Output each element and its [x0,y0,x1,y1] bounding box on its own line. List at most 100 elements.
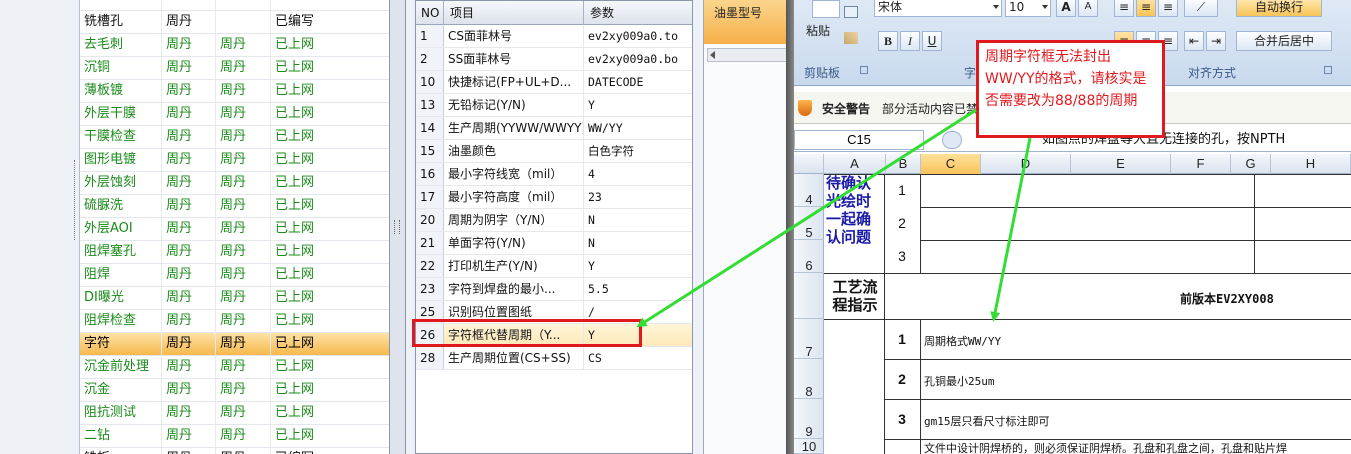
parameter-row[interactable]: 1 CS面菲林号 ev2xy009a0.to [416,25,692,48]
dialog-launcher-icon[interactable] [1324,66,1332,74]
grow-font-button[interactable]: A [1056,0,1076,17]
parameter-row[interactable]: 15 油墨颜色 白色字符 [416,140,692,163]
horizontal-scrollbar[interactable] [707,48,787,62]
worksheet-cells[interactable]: 待确认光绘时一起确认问题 1 2 3 工艺流程指示 前版本EV2XY008 1 周期格式WW/… [824,174,1351,454]
orientation-button[interactable]: ⟋ [1184,0,1218,17]
process-row[interactable]: 阻抗测试 周丹 周丹 已上网 [80,402,389,425]
param-value[interactable]: Y [584,255,692,277]
parameter-row[interactable]: 14 生产周期(YYWW/WWYY) WW/YY [416,117,692,140]
process-row[interactable]: 沉金 周丹 周丹 已上网 [80,379,389,402]
bold-button[interactable]: B [878,31,898,51]
row-header-spacer[interactable] [794,273,824,319]
process-row[interactable]: DI曝光 周丹 周丹 已上网 [80,287,389,310]
parameter-row[interactable]: 10 快捷标记(FP+UL+D... DATECODE [416,71,692,94]
process-row[interactable]: 硫脲洗 周丹 周丹 已上网 [80,195,389,218]
header-value[interactable]: 参数 [584,1,692,25]
function-icon[interactable] [942,131,962,149]
row-header-8[interactable]: 8 [794,359,824,399]
param-value[interactable]: 23 [584,186,692,208]
header-no[interactable]: NO [416,1,444,25]
row-header-4[interactable]: 4 [794,174,824,207]
process-row[interactable]: 阻焊检查 周丹 周丹 已上网 [80,310,389,333]
parameter-row[interactable]: 22 打印机生产(Y/N) Y [416,255,692,278]
header-item[interactable]: 项目 [444,1,584,25]
dialog-launcher-icon[interactable] [860,66,868,74]
align-top-button[interactable]: ≡ [1114,0,1134,17]
process-row[interactable]: 铣槽孔 周丹 已编写 [80,11,389,34]
param-value[interactable]: 白色字符 [584,140,692,162]
font-name-select[interactable]: 宋体 [874,0,1002,17]
column-header-d[interactable]: D [981,154,1071,174]
column-header-b[interactable]: B [886,154,921,174]
process-row[interactable]: 图形电镀 周丹 周丹 已上网 [80,149,389,172]
row-header-9[interactable]: 9 [794,399,824,439]
column-header-g[interactable]: G [1231,154,1271,174]
param-value[interactable]: 4 [584,163,692,185]
panel-resize-handle[interactable] [74,160,78,240]
process-row[interactable]: 去毛刺 周丹 周丹 已上网 [80,34,389,57]
parameter-row[interactable]: 17 最小字符高度（mil） 23 [416,186,692,209]
param-value[interactable]: DATECODE [584,71,692,93]
column-header-h[interactable]: H [1271,154,1351,174]
decrease-indent-button[interactable]: ⇤ [1184,31,1204,51]
process-row[interactable]: 阻焊塞孔 周丹 周丹 已上网 [80,241,389,264]
process-row[interactable]: 干膜检查 周丹 周丹 已上网 [80,126,389,149]
splitter[interactable] [390,0,406,454]
align-middle-button[interactable]: ≡ [1136,0,1156,17]
param-value[interactable]: Y [584,94,692,116]
ink-type-header[interactable]: 油墨型号 [704,0,787,44]
merge-center-button[interactable]: 合并后居中 [1236,31,1332,51]
underline-button[interactable]: U [922,31,942,51]
process-row[interactable] [80,0,389,11]
format-painter-icon[interactable] [844,32,858,44]
row-header-7[interactable]: 7 [794,319,824,359]
wrap-text-button[interactable]: 自动换行 [1236,0,1322,17]
param-value[interactable]: CS [584,347,692,369]
name-box[interactable]: C15 [794,130,924,150]
select-all-corner[interactable] [794,154,824,174]
process-owner: 周丹 [162,34,216,56]
process-row[interactable]: 阻焊 周丹 周丹 已上网 [80,264,389,287]
increase-indent-button[interactable]: ⇥ [1206,31,1226,51]
shrink-font-button[interactable]: A [1078,0,1098,17]
parameter-row[interactable]: 21 单面字符(Y/N) N [416,232,692,255]
parameter-row[interactable]: 16 最小字符线宽（mil） 4 [416,163,692,186]
param-value[interactable]: ev2xy009a0.to [584,25,692,47]
copy-icon[interactable] [844,6,858,18]
process-owner: 周丹 [162,402,216,424]
parameter-row[interactable]: 28 生产周期位置(CS+SS) CS [416,347,692,370]
splitter-grip[interactable] [394,220,400,234]
process-row[interactable]: 薄板镀 周丹 周丹 已上网 [80,80,389,103]
row-header-10[interactable]: 10 [794,439,824,454]
font-size-select[interactable]: 10 [1005,0,1051,17]
column-header-e[interactable]: E [1071,154,1171,174]
parameter-row[interactable]: 20 周期为阴字（Y/N） N [416,209,692,232]
row-header-5[interactable]: 5 [794,207,824,240]
process-row[interactable]: 外层AOI 周丹 周丹 已上网 [80,218,389,241]
process-row[interactable]: 沉金前处理 周丹 周丹 已上网 [80,356,389,379]
italic-button[interactable]: I [900,31,920,51]
process-name: 沉金 [80,379,162,401]
process-row[interactable]: 外层蚀刻 周丹 周丹 已上网 [80,172,389,195]
column-header-f[interactable]: F [1171,154,1231,174]
process-row[interactable]: 铣板周丹周丹已编写 [80,448,389,454]
row-header-6[interactable]: 6 [794,240,824,273]
param-value[interactable]: N [584,209,692,231]
parameter-row[interactable]: 13 无铅标记(Y/N) Y [416,94,692,117]
process-row[interactable]: 二钻 周丹 周丹 已上网 [80,425,389,448]
param-value[interactable]: ev2xy009a0.bo [584,48,692,70]
scroll-left-icon[interactable] [710,51,715,59]
paste-icon[interactable] [812,0,840,18]
param-value[interactable]: N [584,232,692,254]
process-row[interactable]: 沉铜 周丹 周丹 已上网 [80,57,389,80]
param-value[interactable]: 5.5 [584,278,692,300]
column-header-a[interactable]: A [824,154,886,174]
parameter-row[interactable]: 2 SS面菲林号 ev2xy009a0.bo [416,48,692,71]
param-value[interactable]: WW/YY [584,117,692,139]
process-row[interactable]: 外层干膜 周丹 周丹 已上网 [80,103,389,126]
paste-button-label[interactable]: 粘贴 [806,22,830,39]
align-bottom-button[interactable]: ≡ [1158,0,1178,17]
column-header-c[interactable]: C [921,154,981,174]
process-row-selected[interactable]: 字符 周丹 周丹 已上网 [80,333,389,356]
parameter-row[interactable]: 23 字符到焊盘的最小... 5.5 [416,278,692,301]
